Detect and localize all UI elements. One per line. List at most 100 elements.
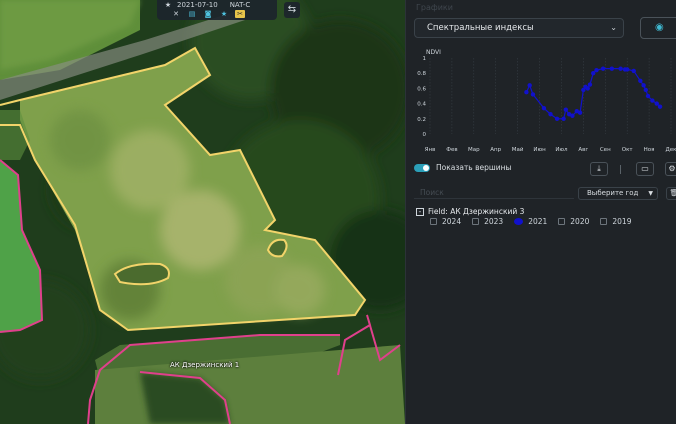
camera-icon[interactable]: ◙: [203, 10, 213, 18]
data-point: [594, 67, 599, 73]
crop-icon[interactable]: ✂: [235, 10, 245, 18]
section-title: Графики: [416, 3, 453, 12]
year-select[interactable]: Выберите год ▼: [578, 187, 658, 200]
x-tick-label: Дек: [665, 147, 676, 153]
y-tick-label: 0.8: [417, 71, 426, 77]
show-peaks-label: Показать вершины: [436, 163, 512, 172]
y-tick-label: 1: [423, 56, 427, 62]
year-checkboxes: 2024 2023 2021 2020 2019: [430, 217, 631, 226]
data-point: [554, 116, 560, 122]
satellite-map[interactable]: ★ 2021-07-10 NAT-C ✕ ▤ ◙ ★ ✂ ⇆ АК Дзержи…: [0, 0, 405, 424]
year-option-2023[interactable]: 2023: [472, 217, 503, 226]
year-label: 2024: [442, 217, 462, 226]
data-point: [641, 83, 646, 88]
map-toolbar: ★ 2021-07-10 NAT-C ✕ ▤ ◙ ★ ✂: [157, 0, 277, 20]
delete-button[interactable]: 🗑: [666, 187, 676, 200]
data-point: [643, 87, 649, 93]
gear-icon: ⚙: [668, 164, 676, 173]
x-ticks: Янв Фев Мар Апр Май Июн Июл Авг Сен Окт Ноя Дек: [425, 146, 676, 153]
year-checkbox[interactable]: [600, 218, 608, 225]
x-tick-label: Мар: [468, 147, 480, 153]
data-point: [541, 105, 547, 111]
x-tick-label: Окт: [622, 147, 634, 153]
ndvi-series-points: [524, 66, 663, 122]
data-point: [524, 90, 529, 95]
ndvi-chart[interactable]: NDVI 0 0.2 0.4 0.6 0.8 1 Янв Фев Мар Апр Май Июн Ию…: [414, 44, 676, 156]
data-point: [530, 92, 536, 97]
settings-button[interactable]: ⚙: [665, 162, 676, 176]
data-point: [654, 101, 659, 106]
y-ticks: 0 0.2 0.4 0.6 0.8 1: [417, 56, 426, 138]
data-point: [577, 110, 583, 115]
year-option-2024[interactable]: 2024: [430, 217, 461, 226]
year-option-2021[interactable]: 2021: [514, 217, 547, 226]
search-underline: [414, 198, 574, 199]
image-source: NAT-C: [229, 1, 251, 9]
data-point: [657, 104, 663, 109]
field-name: Field: АК Дзержинский 3: [428, 207, 525, 216]
year-checkbox[interactable]: [472, 218, 480, 225]
x-tick-label: Май: [512, 146, 524, 153]
y-tick-label: 0: [423, 132, 427, 138]
calendar-button[interactable]: ▭: [636, 162, 654, 176]
year-option-2019[interactable]: 2019: [600, 217, 631, 226]
year-label: 2019: [612, 217, 632, 226]
y-tick-label: 0.4: [417, 102, 426, 108]
chevron-down-icon: ⌄: [610, 23, 617, 32]
x-tick-label: Авг: [578, 147, 588, 153]
x-tick-label: Фев: [446, 147, 457, 153]
year-label: 2023: [484, 217, 504, 226]
analytics-panel: Графики Спектральные индексы ⌄ ◉ NDVI 00…: [405, 0, 676, 424]
eye-icon: ◉: [655, 22, 664, 33]
y-tick-label: 0.6: [417, 86, 426, 92]
field-label[interactable]: АК Дзержинский 1: [170, 361, 239, 369]
collapse-icon[interactable]: -: [416, 207, 424, 216]
ndvi-series-line: [525, 68, 661, 120]
shuffle-icon[interactable]: ✕: [171, 10, 181, 18]
data-point: [631, 68, 636, 74]
search-input[interactable]: Поиск: [420, 188, 444, 197]
year-checkbox[interactable]: [514, 218, 524, 225]
show-peaks-toggle[interactable]: Показать вершины: [414, 163, 511, 172]
y-axis-label: NDVI: [426, 49, 441, 56]
year-label: 2020: [570, 217, 590, 226]
data-point: [585, 86, 590, 91]
field-group-header[interactable]: - Field: АК Дзержинский 3: [416, 207, 524, 216]
toggle-switch[interactable]: [414, 163, 430, 172]
x-tick-label: Июн: [533, 147, 546, 153]
y-tick-label: 0.2: [417, 117, 426, 123]
split-view-icon[interactable]: ⇆: [284, 2, 300, 18]
data-point: [527, 83, 532, 88]
year-checkbox[interactable]: [558, 218, 566, 225]
download-icon: ⤓: [597, 164, 601, 173]
data-point: [591, 71, 596, 76]
data-point: [548, 112, 553, 117]
x-tick-label: Апр: [490, 147, 501, 153]
x-tick-label: Янв: [425, 147, 436, 153]
data-point: [570, 113, 575, 118]
index-dropdown[interactable]: Спектральные индексы ⌄: [414, 18, 624, 38]
x-tick-label: Сен: [600, 147, 611, 153]
data-point: [563, 107, 569, 112]
data-point: [609, 66, 615, 71]
data-point: [561, 116, 566, 122]
toolbar-divider: [620, 165, 621, 174]
year-checkbox[interactable]: [430, 218, 437, 225]
data-point: [587, 82, 593, 87]
visibility-button[interactable]: ◉: [640, 17, 676, 39]
data-point: [645, 93, 651, 99]
layers-icon[interactable]: ▤: [187, 10, 197, 18]
data-point: [650, 98, 655, 103]
favorite-icon[interactable]: ★: [219, 10, 229, 18]
year-option-2020[interactable]: 2020: [558, 217, 589, 226]
caret-down-icon: ▼: [648, 190, 653, 197]
index-dropdown-value: Спектральные индексы: [427, 23, 534, 33]
download-button[interactable]: ⤓: [590, 162, 608, 176]
calendar-icon: ▭: [641, 164, 649, 173]
year-select-placeholder: Выберите год: [587, 189, 639, 197]
trash-icon: 🗑: [669, 189, 676, 197]
data-point: [618, 66, 623, 71]
data-point: [638, 78, 643, 83]
x-tick-label: Июл: [555, 147, 568, 153]
star-icon[interactable]: ★: [163, 1, 173, 9]
